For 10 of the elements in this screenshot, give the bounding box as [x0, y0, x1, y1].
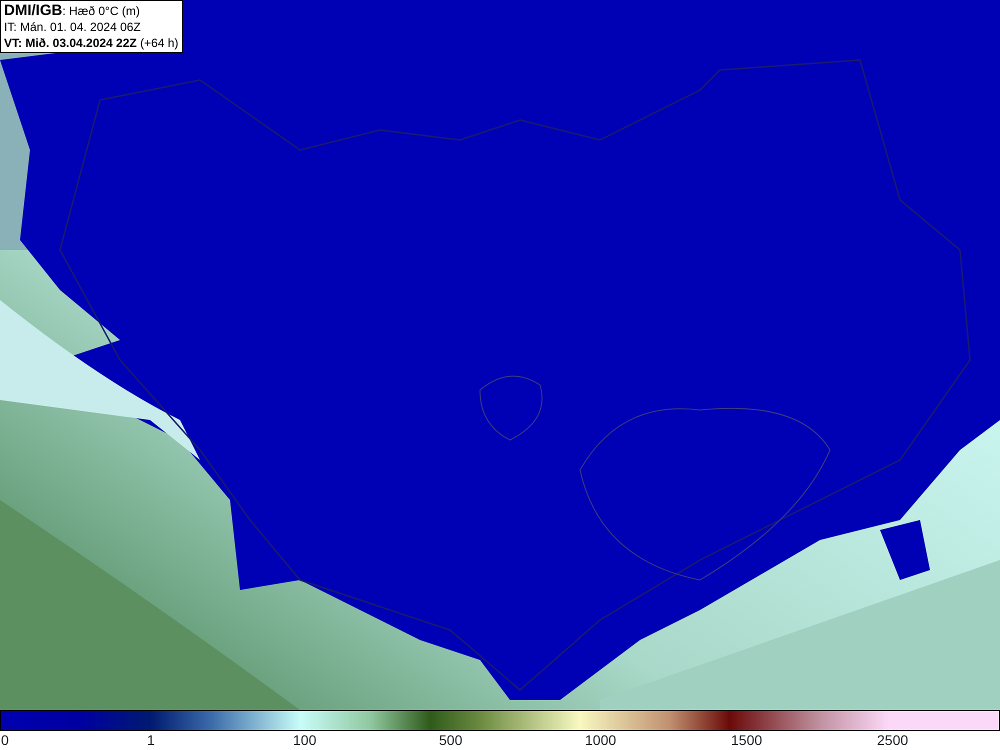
scale-label: 1500	[731, 731, 762, 750]
scale-label: 500	[439, 731, 462, 750]
scale-label: 1000	[585, 731, 616, 750]
scale-label: 2500	[877, 731, 908, 750]
scale-label: 100	[293, 731, 316, 750]
title-line: VT: Mið. 03.04.2024 22Z (+64 h)	[4, 35, 178, 51]
title-line: IT: Mán. 01. 04. 2024 06Z	[4, 19, 142, 35]
scale-label: 1	[147, 731, 155, 750]
title-line: DMI/IGB: Hæð 0°C (m)	[4, 3, 141, 19]
scale-label: 0	[1, 731, 9, 750]
